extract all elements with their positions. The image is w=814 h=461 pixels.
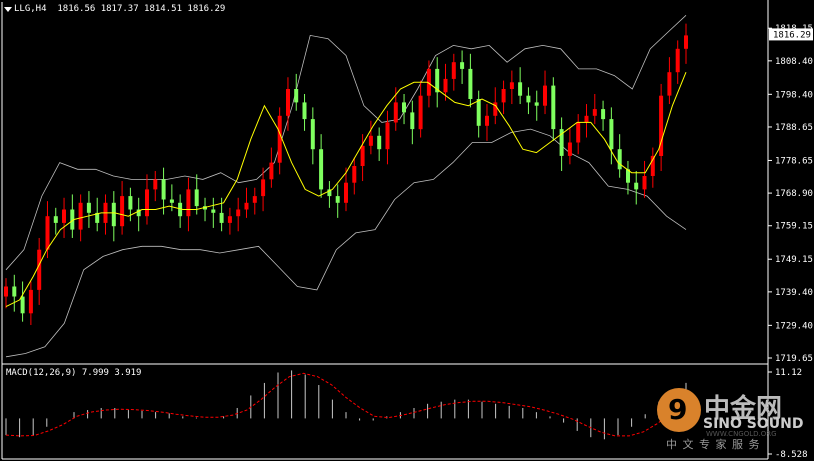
candle-body (302, 102, 307, 120)
candle-body (518, 82, 523, 96)
candle-body (385, 122, 390, 150)
candle-body (86, 202, 91, 213)
candle-body (443, 78, 448, 93)
candle-body (186, 189, 191, 217)
candle-body (12, 286, 17, 297)
price-tick-label: 1768.90 (775, 189, 813, 199)
candle-body (642, 176, 647, 190)
candle-body (244, 202, 249, 210)
lower-band-line (5, 128, 687, 358)
candle-body (509, 82, 514, 89)
candle-body (576, 122, 581, 143)
ohlc-label: 1816.56 1817.37 1814.51 1816.29 (57, 4, 226, 14)
macd-signal-line (5, 372, 687, 437)
candle-body (294, 89, 299, 103)
candle-body (153, 179, 158, 190)
upper-band-line (5, 15, 687, 271)
candle-body (20, 296, 25, 314)
candle-body (609, 119, 614, 150)
chart-menu-arrow-icon[interactable] (4, 7, 12, 12)
candle-body (460, 62, 465, 69)
candle-body (543, 85, 547, 106)
candle-body (534, 102, 539, 106)
candle-body (120, 196, 125, 227)
price-tick-label: 1778.65 (775, 156, 813, 166)
symbol-label: LLG,H4 (14, 4, 47, 14)
current-price-label: 1816.29 (773, 30, 811, 40)
candle-body (601, 109, 606, 120)
candle-body (526, 95, 531, 103)
candle-body (476, 99, 481, 126)
candle-body (684, 35, 688, 49)
candle-body (28, 289, 33, 314)
candle-body (418, 95, 423, 130)
candle-body (667, 72, 672, 96)
candle-body (393, 102, 398, 123)
candle-body (551, 85, 556, 130)
watermark-slogan: 中 文 专 家 服 务 (666, 438, 761, 451)
price-tick-label: 1788.65 (775, 123, 813, 133)
candle-body (53, 216, 58, 223)
candle-body (194, 189, 199, 207)
candle-body (128, 196, 133, 210)
candle-body (261, 179, 266, 197)
candle-body (617, 149, 622, 170)
macd-header: MACD(12,26,9) 7.999 3.919 (6, 368, 142, 378)
candle-body (634, 182, 639, 190)
candle-body (45, 216, 50, 250)
price-tick-label: 1808.40 (775, 57, 813, 67)
candle-body (344, 182, 348, 203)
candle-body (169, 199, 174, 203)
candle-body (319, 149, 324, 190)
macd-tick-label: -8.528 (775, 450, 808, 460)
price-tick-label: 1749.15 (775, 255, 813, 265)
price-tick-label: 1729.40 (775, 321, 813, 331)
macd-tick-label: 11.12 (775, 368, 802, 378)
candle-body (485, 115, 489, 126)
logo-glyph-icon: 9 (668, 393, 688, 426)
chart-header: LLG,H4 1816.56 1817.37 1814.51 1816.29 (14, 4, 225, 14)
price-axis: 1818.151808.401798.401788.651778.651768.… (768, 24, 813, 364)
candle-body (410, 112, 415, 130)
chart-window[interactable]: 1818.151808.401798.401788.651778.651768.… (0, 0, 814, 461)
candle-body (277, 115, 282, 163)
candle-body (286, 89, 290, 116)
candle-body (377, 135, 382, 150)
macd-subwindow (5, 370, 687, 440)
candle-body (62, 209, 66, 223)
candle-body (236, 209, 241, 217)
candle-body (310, 119, 315, 150)
candle-body (451, 62, 456, 79)
candle-body (252, 196, 257, 203)
candle-body (501, 89, 506, 103)
candle-body (335, 196, 340, 203)
price-tick-label: 1739.40 (775, 288, 813, 298)
price-tick-label: 1759.15 (775, 222, 813, 232)
candle-body (567, 142, 572, 156)
candle-body (592, 109, 597, 116)
candle-body (37, 249, 42, 290)
candle-body (219, 212, 224, 223)
candle-body (4, 286, 8, 297)
candle-body (360, 145, 365, 166)
candle-body (78, 202, 83, 230)
candle-body (269, 162, 274, 180)
candle-body (675, 48, 680, 73)
candle-body (402, 102, 406, 113)
watermark-site: WWW.CNGOLD.ORG (706, 430, 777, 438)
candle-body (145, 189, 149, 217)
candle-body (584, 115, 589, 123)
price-tick-label: 1798.40 (775, 90, 813, 100)
candle-body (161, 179, 166, 200)
candle-body (211, 209, 216, 213)
candle-body (368, 135, 373, 146)
price-tick-label: 1719.65 (775, 354, 813, 364)
candle-body (227, 216, 232, 223)
candle-body (352, 166, 357, 183)
candle-body (111, 202, 116, 227)
candle-body (468, 68, 473, 99)
